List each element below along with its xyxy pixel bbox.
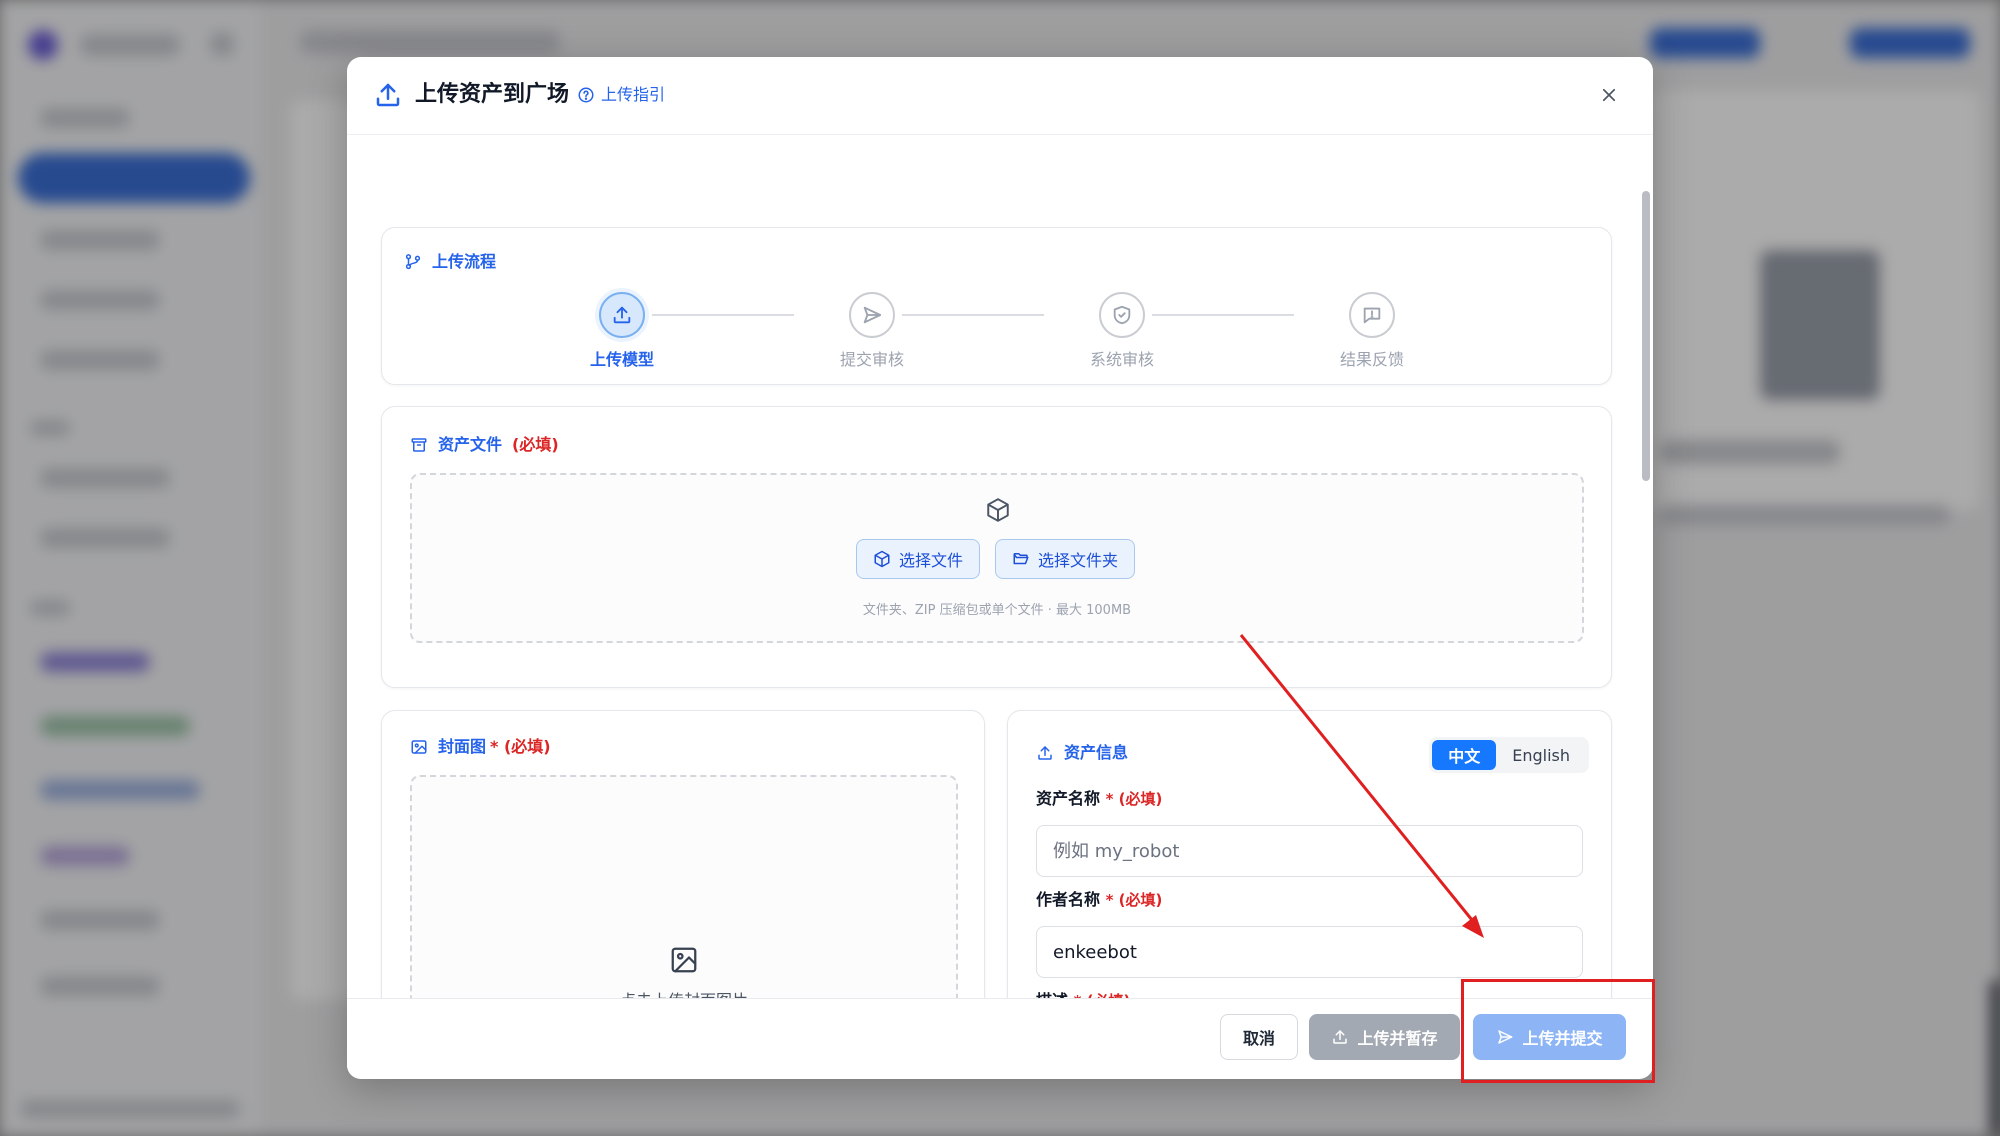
modal-header: 上传资产到广场 上传指引 [347, 57, 1653, 135]
required-mark: * (必填) [1105, 790, 1163, 808]
required-mark: * (必填) [1105, 891, 1163, 909]
asset-info-title: 资产信息 [1036, 741, 1128, 765]
asset-name-input[interactable] [1036, 825, 1583, 877]
step-circle [1099, 292, 1145, 338]
step-result-feedback: 结果反馈 [1302, 292, 1442, 372]
asset-files-hint: 文件夹、ZIP 压缩包或单个文件 · 最大 100MB [862, 603, 1132, 618]
author-name-input[interactable] [1036, 926, 1583, 978]
required-mark: * (必填) [490, 737, 551, 756]
folder-open-icon [1013, 553, 1029, 565]
required-mark: (必填) [512, 435, 559, 454]
package-icon [874, 550, 890, 568]
step-system-review: 系统审核 [1052, 292, 1192, 372]
step-upload-model: 上传模型 [552, 292, 692, 372]
modal-body[interactable]: 上传流程 上传模型 提交审核 系统审核 结果反馈 资产文件 (必填) 选择文件 … [347, 136, 1653, 1056]
step-submit-review: 提交审核 [802, 292, 942, 372]
upload-icon [613, 306, 631, 324]
modal-scrollbar[interactable] [1639, 136, 1653, 1056]
cover-image-title: 封面图 * (必填) [410, 735, 551, 759]
lang-option-en[interactable]: English [1496, 740, 1586, 770]
select-folder-button[interactable]: 选择文件夹 [995, 539, 1136, 579]
step-label: 结果反馈 [1339, 350, 1404, 369]
git-branch-icon [405, 254, 421, 270]
step-circle [1349, 292, 1395, 338]
upload-guide-label: 上传指引 [601, 85, 666, 104]
step-label: 提交审核 [839, 350, 904, 369]
close-icon [1602, 88, 1616, 102]
language-toggle: 中文 English [1429, 737, 1589, 773]
select-file-button[interactable]: 选择文件 [856, 539, 981, 579]
close-button[interactable] [1593, 79, 1625, 111]
scrollbar-thumb[interactable] [1642, 191, 1650, 481]
annotation-highlight-box [1461, 979, 1655, 1083]
message-alert-icon [1363, 307, 1381, 324]
package-icon [987, 498, 1009, 522]
asset-files-dropzone[interactable]: 选择文件 选择文件夹 文件夹、ZIP 压缩包或单个文件 · 最大 100MB [410, 473, 1584, 643]
upload-process-card: 上传流程 上传模型 提交审核 系统审核 结果反馈 [381, 227, 1612, 385]
upload-icon [1038, 746, 1052, 760]
upload-icon [376, 83, 400, 107]
lang-option-zh[interactable]: 中文 [1432, 740, 1497, 770]
upload-guide-link[interactable]: 上传指引 [577, 83, 665, 107]
asset-files-title: 资产文件 (必填) [410, 433, 559, 457]
step-circle [599, 292, 645, 338]
step-circle [849, 292, 895, 338]
asset-files-card: 资产文件 (必填) 选择文件 选择文件夹 文件夹、ZIP 压缩包或单个文件 · … [381, 406, 1612, 688]
asset-name-label: 资产名称 * (必填) [1036, 789, 1163, 808]
modal-title: 上传资产到广场 [415, 82, 570, 107]
author-name-label: 作者名称 * (必填) [1036, 890, 1163, 909]
step-label: 上传模型 [589, 350, 654, 369]
upload-process-title: 上传流程 [404, 250, 496, 274]
help-circle-icon [578, 87, 594, 103]
upload-and-save-draft-button[interactable]: 上传并暂存 [1309, 1014, 1460, 1060]
step-label: 系统审核 [1089, 350, 1154, 369]
modal-footer: 取消 上传并暂存 上传并提交 [347, 998, 1653, 1079]
archive-icon [411, 438, 427, 452]
cancel-button[interactable]: 取消 [1220, 1014, 1298, 1060]
upload-icon [1333, 1030, 1348, 1044]
image-icon [671, 947, 697, 973]
upload-asset-modal: 上传资产到广场 上传指引 上传流程 上传模型 提交审核 系统审核 结果反馈 资产… [347, 57, 1653, 1079]
send-icon [863, 306, 882, 324]
image-icon [411, 740, 427, 754]
shield-check-icon [1113, 305, 1131, 325]
